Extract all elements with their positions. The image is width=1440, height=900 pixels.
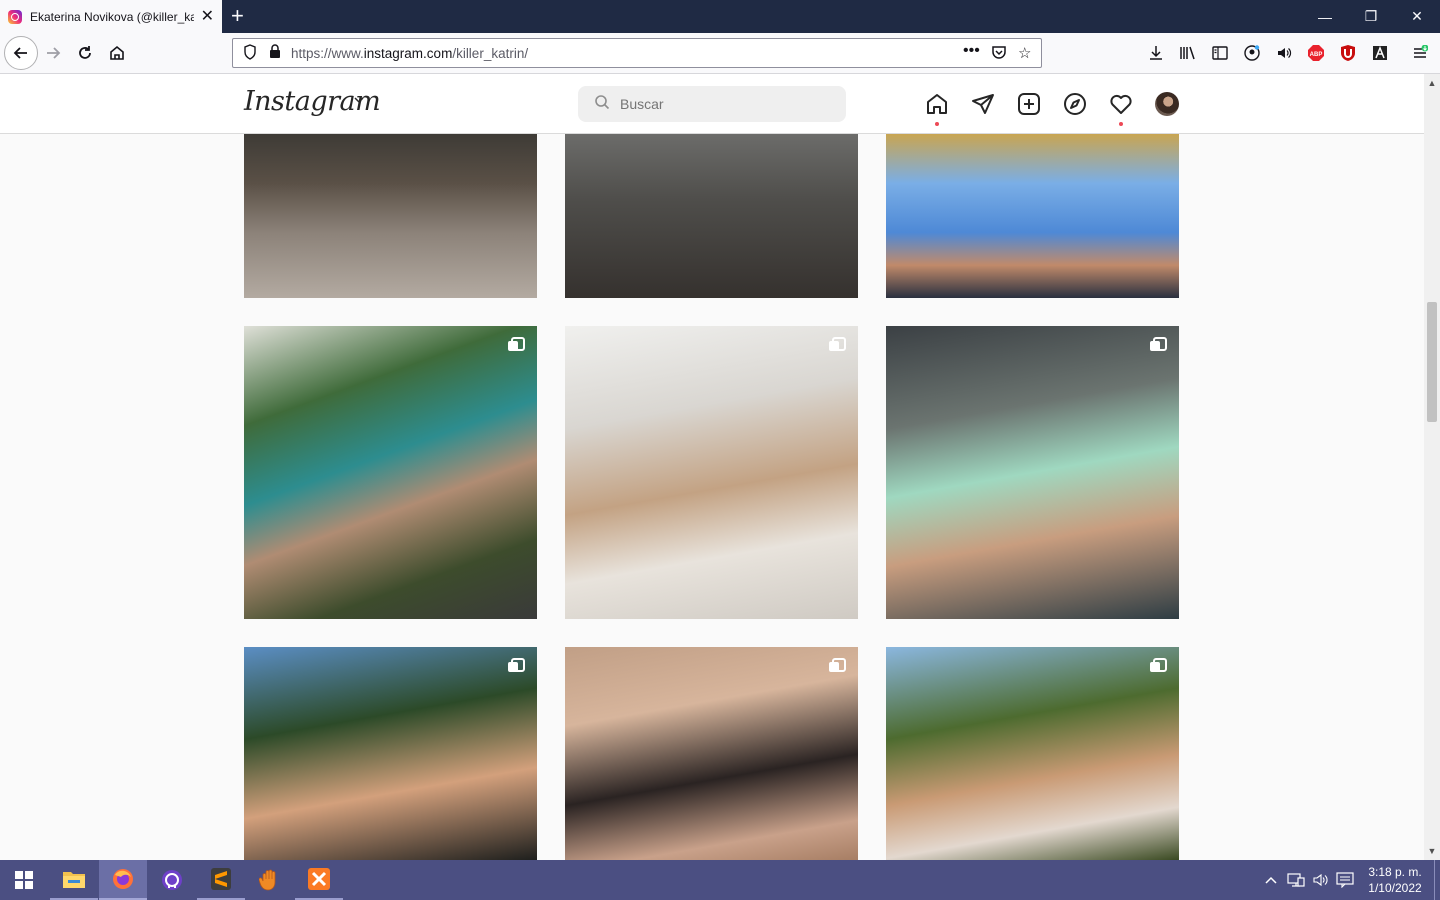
library-icon[interactable] <box>1178 43 1198 63</box>
url-text: https://www.instagram.com/killer_katrin/ <box>291 45 529 61</box>
bookmark-star-icon[interactable]: ☆ <box>1018 44 1031 62</box>
windows-start-icon[interactable] <box>0 860 48 900</box>
direct-message-icon[interactable] <box>970 91 996 117</box>
shield-icon[interactable] <box>243 44 257 64</box>
grid-photo-9[interactable] <box>886 647 1179 860</box>
vertical-scrollbar[interactable]: ▲ ▼ <box>1424 74 1440 860</box>
home-icon[interactable] <box>102 38 132 68</box>
carousel-icon <box>829 337 846 351</box>
network-icon[interactable] <box>1287 860 1305 900</box>
profile-avatar[interactable] <box>1155 92 1179 116</box>
grid-photo-7[interactable] <box>244 647 537 860</box>
tray-overflow-icon[interactable] <box>1264 860 1278 900</box>
tab-close-icon[interactable]: ✕ <box>201 8 214 25</box>
carousel-icon <box>1150 337 1167 351</box>
back-icon[interactable] <box>4 36 38 70</box>
volume-icon[interactable] <box>1312 860 1330 900</box>
grid-photo-5[interactable] <box>565 326 858 619</box>
grid-photo-2[interactable] <box>565 134 858 298</box>
home-nav-icon[interactable] <box>924 91 950 117</box>
account-icon[interactable] <box>1242 43 1262 63</box>
minimize-icon[interactable]: — <box>1302 0 1348 33</box>
search-input[interactable] <box>620 96 820 112</box>
show-desktop-button[interactable] <box>1434 860 1440 900</box>
grid-photo-3[interactable] <box>886 134 1179 298</box>
downloads-icon[interactable] <box>1146 43 1166 63</box>
grid-photo-6[interactable] <box>886 326 1179 619</box>
scroll-thumb[interactable] <box>1427 302 1437 422</box>
search-icon <box>594 94 610 115</box>
carousel-icon <box>508 658 525 672</box>
pocket-icon[interactable] <box>991 44 1007 64</box>
forward-icon[interactable] <box>38 38 68 68</box>
file-explorer-icon[interactable] <box>50 860 98 900</box>
new-tab-icon[interactable]: + <box>231 4 244 28</box>
activity-notification-dot <box>1119 122 1123 126</box>
carousel-icon <box>829 658 846 672</box>
xampp-icon[interactable] <box>295 860 343 900</box>
clock-date: 1/10/2022 <box>1368 881 1422 895</box>
grid-photo-4[interactable] <box>244 326 537 619</box>
ime-icon[interactable] <box>1336 860 1354 900</box>
grid-photo-1[interactable] <box>244 134 537 298</box>
search-box[interactable] <box>578 86 846 122</box>
reload-icon[interactable] <box>70 38 100 68</box>
sidebar-icon[interactable] <box>1210 43 1230 63</box>
clock-time: 3:18 p. m. <box>1368 865 1422 879</box>
chevron-down-icon[interactable] <box>353 94 365 108</box>
page-actions-icon[interactable]: ••• <box>963 42 980 60</box>
address-bar[interactable]: https://www.instagram.com/killer_katrin/… <box>232 38 1042 68</box>
browser-toolbar: https://www.instagram.com/killer_katrin/… <box>0 33 1440 74</box>
tab-strip: Ekaterina Novikova (@killer_kat ✕ + — ❐ … <box>0 0 1440 33</box>
new-post-icon[interactable] <box>1016 91 1042 117</box>
extension-icon[interactable] <box>1370 43 1390 63</box>
speaker-icon[interactable] <box>1274 43 1294 63</box>
hand-app-icon[interactable] <box>246 860 294 900</box>
carousel-icon <box>508 337 525 351</box>
instagram-favicon-icon <box>8 9 22 24</box>
close-window-icon[interactable]: ✕ <box>1394 0 1440 33</box>
home-notification-dot <box>935 122 939 126</box>
scroll-up-icon[interactable]: ▲ <box>1424 76 1440 90</box>
browser-tab[interactable]: Ekaterina Novikova (@killer_kat ✕ <box>0 0 222 33</box>
system-clock[interactable]: 3:18 p. m. 1/10/2022 <box>1360 864 1430 896</box>
page-viewport: Instagram <box>0 74 1424 860</box>
scroll-down-icon[interactable]: ▼ <box>1424 844 1440 858</box>
carousel-icon <box>1150 658 1167 672</box>
svg-text:ABP: ABP <box>1310 52 1323 58</box>
ublock-icon[interactable] <box>1338 43 1358 63</box>
adblock-plus-icon[interactable]: ABP <box>1306 43 1326 63</box>
restore-icon[interactable]: ❐ <box>1348 0 1394 33</box>
lock-icon[interactable] <box>269 44 281 63</box>
sublime-text-icon[interactable] <box>197 860 245 900</box>
activity-heart-icon[interactable] <box>1108 91 1134 117</box>
firefox-icon[interactable] <box>99 860 147 900</box>
tab-title: Ekaterina Novikova (@killer_kat <box>30 9 194 24</box>
instagram-header: Instagram <box>0 74 1424 134</box>
github-desktop-icon[interactable] <box>148 860 196 900</box>
explore-icon[interactable] <box>1062 91 1088 117</box>
grid-photo-8[interactable] <box>565 647 858 860</box>
menu-icon[interactable] <box>1410 43 1430 63</box>
windows-taskbar: 3:18 p. m. 1/10/2022 <box>0 860 1440 900</box>
